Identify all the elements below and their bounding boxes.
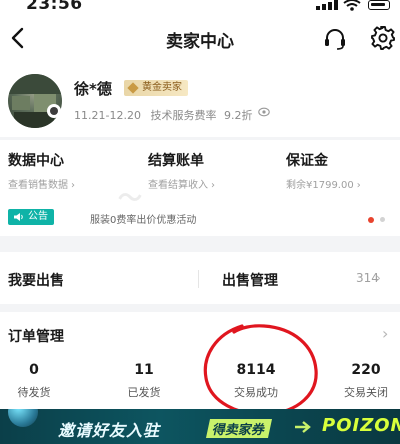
chevron-right-icon: › [71, 180, 75, 191]
tier-badge: 黄金卖家 [124, 80, 188, 96]
stat-subtitle: 查看结算收入 [148, 180, 208, 191]
order-label: 已发货 [127, 386, 161, 399]
order-management: 订单管理 › 0 待发货 11 已发货 8114 交易成功 220 交易关闭 [0, 312, 400, 412]
stat-deposit[interactable]: 保证金 剩余¥1799.00 › [286, 150, 361, 191]
carousel-dot [380, 217, 385, 222]
order-closed[interactable]: 220 交易关闭 [326, 362, 400, 400]
headset-icon[interactable] [322, 26, 348, 52]
notice-text: 服装0费率出价优惠活动 [90, 215, 197, 226]
order-label: 待发货 [17, 386, 51, 399]
carousel-dot-active [368, 217, 374, 223]
notice-bar[interactable]: 公告 服装0费率出价优惠活动 [0, 203, 400, 233]
seller-meta: 11.21-12.20 技术服务费率 9.2折 [74, 107, 252, 123]
avatar-verified-badge [47, 104, 61, 118]
speaker-icon [14, 213, 23, 221]
tier-badge-label: 黄金卖家 [142, 82, 182, 93]
service-period: 11.21-12.20 [74, 109, 141, 122]
order-count: 220 [351, 362, 381, 378]
order-to-ship[interactable]: 0 待发货 [0, 362, 74, 400]
diamond-icon [127, 82, 139, 94]
divider [198, 270, 199, 288]
chevron-right-icon: › [211, 180, 215, 191]
notice-tag: 公告 [8, 209, 54, 225]
order-count: 0 [29, 362, 39, 378]
sell-row: 我要出售 出售管理 314 › [0, 252, 400, 304]
order-management-title[interactable]: 订单管理 [8, 326, 64, 346]
gear-icon[interactable] [370, 25, 396, 51]
decorative-orb-icon [8, 409, 38, 427]
seller-profile: 徐*德 黄金卖家 11.21-12.20 技术服务费率 9.2折 [0, 64, 400, 137]
eye-icon[interactable] [258, 107, 270, 117]
seller-name: 徐*德 [74, 80, 112, 98]
banner-earn-text: 得卖家券 [205, 419, 273, 438]
chevron-right-icon: › [376, 271, 381, 285]
stat-subtitle: 剩余¥1799.00 [286, 180, 354, 191]
status-bar: 23:56 [0, 0, 400, 14]
wifi-icon [343, 0, 361, 11]
order-shipped[interactable]: 11 已发货 [104, 362, 184, 400]
stat-subtitle: 查看销售数据 [8, 180, 68, 191]
order-count: 8114 [236, 362, 276, 378]
promo-banner[interactable]: 邀请好友入驻 得卖家券 POIZON [0, 409, 400, 444]
brand-logo-text: POIZON [322, 415, 400, 436]
stat-title: 结算账单 [148, 153, 204, 169]
order-completed[interactable]: 8114 交易成功 [216, 362, 296, 400]
fee-value: 9.2折 [223, 109, 253, 122]
fee-label: 技术服务费率 [150, 109, 217, 122]
chevron-right-icon[interactable]: › [382, 324, 388, 343]
stat-data-center[interactable]: 数据中心 查看销售数据 › [8, 150, 75, 191]
stat-title: 数据中心 [8, 153, 64, 169]
sell-management-button[interactable]: 出售管理 [222, 270, 278, 290]
status-time: 23:56 [26, 0, 83, 14]
top-nav-bar: 卖家中心 [0, 14, 400, 64]
arrow-right-icon [295, 421, 311, 433]
i-want-to-sell-button[interactable]: 我要出售 [8, 270, 64, 290]
battery-icon [368, 0, 390, 10]
notice-tag-label: 公告 [28, 211, 48, 222]
order-label: 交易关闭 [344, 386, 388, 399]
order-label: 交易成功 [234, 386, 278, 399]
stat-settlement[interactable]: 结算账单 查看结算收入 › [148, 150, 215, 191]
order-count: 11 [134, 362, 154, 378]
banner-invite-text: 邀请好友入驻 [58, 421, 161, 440]
stat-title: 保证金 [286, 153, 328, 169]
chevron-right-icon: › [356, 180, 361, 191]
signal-icon [316, 0, 338, 10]
avatar[interactable] [8, 74, 62, 128]
